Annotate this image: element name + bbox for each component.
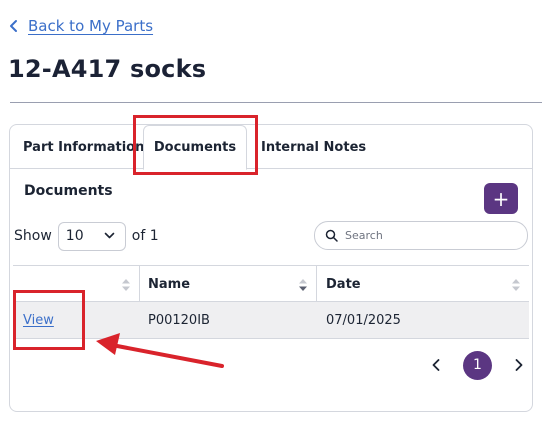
chevron-down-icon <box>104 232 115 239</box>
page-size-control: Show 10 of 1 <box>14 221 159 251</box>
sort-icon <box>122 279 130 291</box>
chevron-left-icon <box>432 359 440 371</box>
title-divider <box>10 102 542 103</box>
sort-icon <box>512 279 520 291</box>
page-number-button[interactable]: 1 <box>463 350 492 380</box>
document-date-cell: 07/01/2025 <box>326 312 401 328</box>
next-page-button[interactable] <box>508 354 530 376</box>
page-size-value: 10 <box>65 228 84 244</box>
table-header-row: Name Date <box>13 265 529 302</box>
documents-section-title: Documents <box>24 183 113 199</box>
documents-table: Name Date View P00120IB 07/01/2025 <box>13 265 529 339</box>
annotation-box-view-link <box>13 290 85 350</box>
plus-icon: + <box>492 186 510 211</box>
part-detail-card: Part Information Documents Internal Note… <box>9 124 533 412</box>
annotation-box-documents-tab <box>133 115 258 175</box>
page-size-select[interactable]: 10 <box>57 221 126 251</box>
column-header-date[interactable]: Date <box>317 266 529 302</box>
document-name-cell: P00120IB <box>148 312 210 328</box>
pagination: 1 <box>425 350 530 380</box>
page-title: 12-A417 socks <box>8 55 207 83</box>
table-row: View P00120IB 07/01/2025 <box>13 302 529 339</box>
tab-part-information[interactable]: Part Information <box>23 125 144 169</box>
search-input[interactable] <box>345 229 505 242</box>
sort-descending-icon <box>299 279 307 291</box>
search-icon <box>325 229 338 242</box>
chevron-right-icon <box>515 359 523 371</box>
add-document-button[interactable]: + <box>484 183 518 214</box>
tab-internal-notes[interactable]: Internal Notes <box>261 125 366 169</box>
tab-bar: Part Information Documents Internal Note… <box>10 125 532 170</box>
back-to-my-parts-link[interactable]: Back to My Parts <box>8 14 153 38</box>
column-header-name[interactable]: Name <box>140 266 317 302</box>
chevron-left-icon <box>10 20 17 32</box>
show-label: Show <box>14 228 52 244</box>
search-box <box>314 221 528 250</box>
previous-page-button[interactable] <box>425 354 447 376</box>
page-count-label: of 1 <box>131 228 159 244</box>
back-link-label: Back to My Parts <box>28 17 154 35</box>
